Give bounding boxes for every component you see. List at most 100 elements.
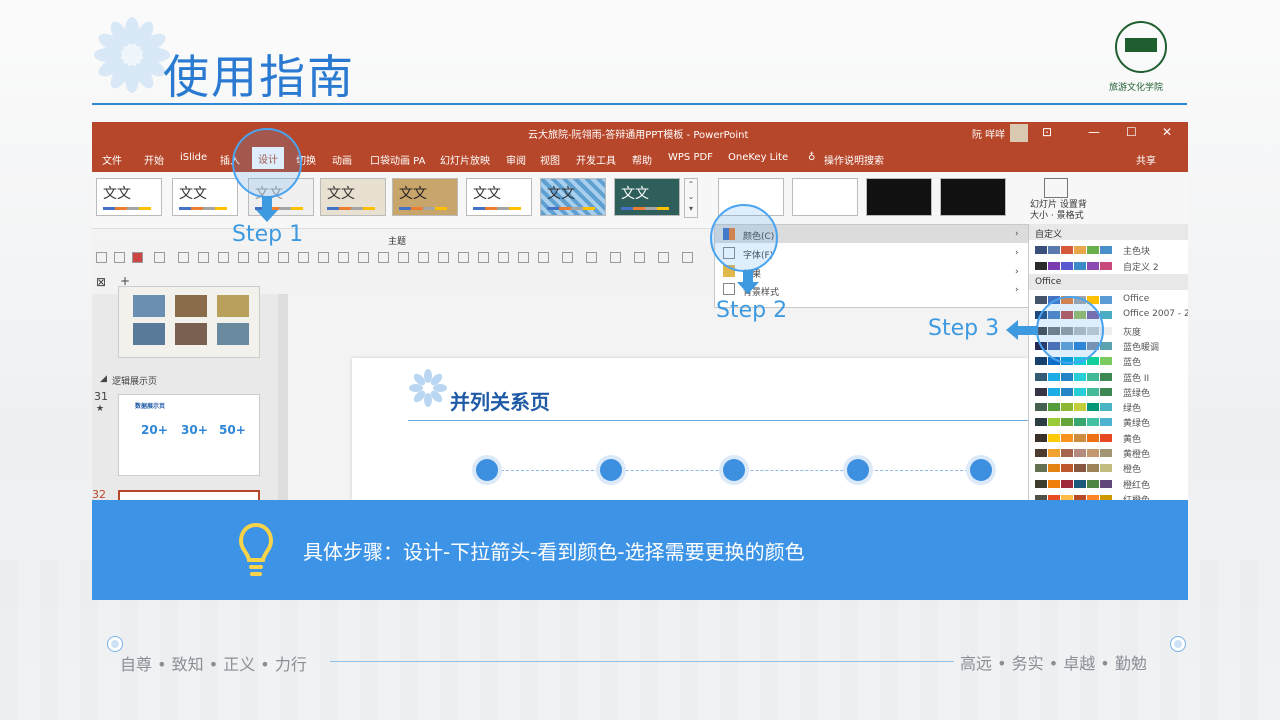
variant-thumbnail[interactable]: [866, 178, 932, 216]
toolbar-icon[interactable]: [298, 252, 309, 263]
toolbar-icon[interactable]: [438, 252, 449, 263]
tab-pocket-animation[interactable]: 口袋动画 PA: [370, 152, 425, 167]
toolbar-icon[interactable]: [96, 252, 107, 263]
theme-thumbnail[interactable]: 文文: [614, 178, 680, 216]
palette-option[interactable]: 黄色: [1029, 430, 1188, 445]
toolbar-icon[interactable]: [238, 252, 249, 263]
palette-option[interactable]: 橙色: [1029, 460, 1188, 475]
avatar[interactable]: [1010, 124, 1028, 142]
toolbar-icon[interactable]: [634, 252, 645, 263]
toolbar-icon[interactable]: [358, 252, 369, 263]
theme-thumbnail[interactable]: 文文: [172, 178, 238, 216]
tab-developer[interactable]: 开发工具: [576, 152, 616, 167]
toolbar-icon[interactable]: [378, 252, 389, 263]
palette-option[interactable]: 黄橙色: [1029, 445, 1188, 460]
slide-sorter: ◢ 逻辑展示页 31 ★ 数据展示页 20+ 30+ 50+ 32: [92, 286, 288, 500]
toolbar-icon[interactable]: [682, 252, 693, 263]
palette-option-label: 自定义 2: [1123, 263, 1159, 273]
palette-option[interactable]: 橙红色: [1029, 476, 1188, 491]
slide-size-button[interactable]: 幻灯片 设置背 大小 · 景格式: [1030, 200, 1087, 222]
palette-option-label: 蓝色暖调: [1123, 342, 1160, 353]
maximize-button[interactable]: ☐: [1126, 125, 1137, 139]
timeline-dot: [476, 459, 498, 481]
color-swatch: [1074, 372, 1086, 381]
slide-thumbnail-selected[interactable]: [118, 490, 260, 500]
toolbar-icon[interactable]: [562, 252, 573, 263]
tab-help[interactable]: 帮助: [632, 152, 652, 167]
theme-gallery-scroll[interactable]: ⌃ ⌄ ▾: [684, 178, 698, 218]
toolbar-icon[interactable]: [154, 252, 165, 263]
color-swatch: [1100, 403, 1112, 412]
tab-islide[interactable]: iSlide: [180, 152, 207, 163]
tab-animations[interactable]: 动画: [332, 152, 352, 167]
theme-thumbnail[interactable]: 文文: [96, 178, 162, 216]
toolbar-icon[interactable]: [498, 252, 509, 263]
variant-thumbnail[interactable]: [940, 178, 1006, 216]
toolbar-icon[interactable]: [398, 252, 409, 263]
color-swatch: [1100, 246, 1112, 254]
variant-thumbnail[interactable]: [792, 178, 858, 216]
minimize-button[interactable]: —: [1088, 125, 1100, 139]
tab-wps-pdf[interactable]: WPS PDF: [668, 152, 713, 163]
color-swatch: [1048, 262, 1060, 270]
color-swatch: [1087, 418, 1099, 427]
tab-onekey-lite[interactable]: OneKey Lite: [728, 152, 788, 163]
color-swatch: [1048, 387, 1060, 396]
color-swatch: [1100, 433, 1112, 442]
share-button[interactable]: 共享: [1136, 152, 1156, 167]
lightbulb-icon: [238, 522, 274, 576]
toolbar-icon[interactable]: [418, 252, 429, 263]
slide-size-icon[interactable]: [1044, 178, 1068, 198]
color-swatch: [1035, 387, 1047, 396]
toolbar-icon[interactable]: [258, 252, 269, 263]
toolbar-icon[interactable]: [218, 252, 229, 263]
toolbar-icon[interactable]: [178, 252, 189, 263]
toolbar-icon[interactable]: [538, 252, 549, 263]
toolbar-icon[interactable]: [318, 252, 329, 263]
tab-file[interactable]: 文件: [102, 152, 122, 167]
palette-option[interactable]: 红橙色: [1029, 491, 1188, 500]
close-button[interactable]: ✕: [1162, 125, 1172, 139]
theme-thumbnail[interactable]: 文文: [392, 178, 458, 216]
palette-option[interactable]: 黄绿色: [1029, 414, 1188, 429]
title-divider: [92, 103, 1187, 105]
tab-home[interactable]: 开始: [144, 152, 164, 167]
palette-option[interactable]: 绿色: [1029, 399, 1188, 414]
color-swatch: [1100, 341, 1112, 350]
toolbar-icon[interactable]: [278, 252, 289, 263]
layout-icon[interactable]: ⊠: [96, 275, 106, 289]
sorter-scrollbar[interactable]: [278, 294, 288, 500]
step1-label: Step 1: [232, 222, 304, 247]
palette-option[interactable]: 主色块: [1029, 242, 1188, 257]
toolbar-icon[interactable]: [518, 252, 529, 263]
theme-thumbnail[interactable]: 文文: [466, 178, 532, 216]
ribbon-display-icon[interactable]: ⊡: [1042, 125, 1052, 139]
toolbar-icon[interactable]: [198, 252, 209, 263]
toolbar-icon[interactable]: [658, 252, 669, 263]
palette-option[interactable]: 自定义 2: [1029, 258, 1188, 273]
toolbar-icon[interactable]: [338, 252, 349, 263]
tell-me-search[interactable]: 操作说明搜索: [824, 152, 884, 167]
tab-slideshow[interactable]: 幻灯片放映: [440, 152, 490, 167]
palette-option-label: 黄色: [1123, 434, 1142, 445]
color-swatch: [1074, 387, 1086, 396]
toolbar-icon[interactable]: [132, 252, 143, 263]
palette-option[interactable]: 蓝色 II: [1029, 369, 1188, 384]
slide-thumbnail[interactable]: 数据展示页 20+ 30+ 50+: [118, 394, 260, 476]
toolbar-icon[interactable]: [586, 252, 597, 263]
tab-review[interactable]: 审阅: [506, 152, 526, 167]
theme-thumbnail[interactable]: 文文: [320, 178, 386, 216]
collapse-icon[interactable]: ◢: [100, 374, 107, 384]
theme-thumbnail[interactable]: 文文: [540, 178, 606, 216]
color-swatch: [1074, 418, 1086, 427]
color-swatch: [1035, 418, 1047, 427]
color-swatch: [1048, 403, 1060, 412]
toolbar-icon[interactable]: [114, 252, 125, 263]
toolbar-icon[interactable]: [610, 252, 621, 263]
palette-option[interactable]: 蓝绿色: [1029, 384, 1188, 399]
tab-view[interactable]: 视图: [540, 152, 560, 167]
slide-canvas[interactable]: 并列关系页: [352, 358, 1032, 500]
toolbar-icon[interactable]: [458, 252, 469, 263]
toolbar-icon[interactable]: [478, 252, 489, 263]
slide-thumbnail[interactable]: [118, 286, 260, 358]
